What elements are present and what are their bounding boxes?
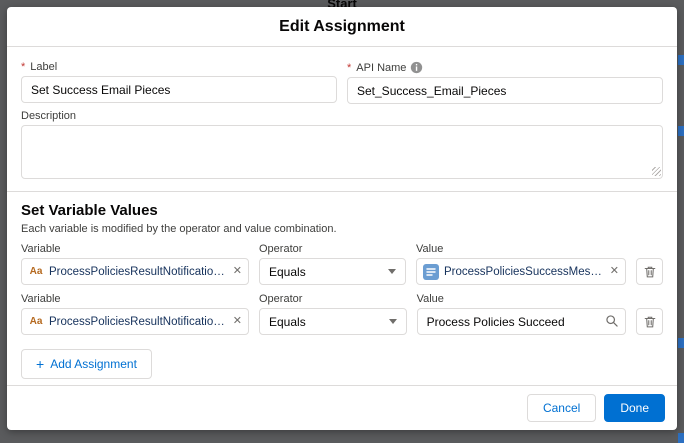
- description-field: Description: [21, 110, 663, 179]
- value-column-label: Value: [417, 293, 626, 305]
- section-title: Set Variable Values: [21, 202, 663, 219]
- cancel-button[interactable]: Cancel: [527, 394, 596, 422]
- operator-column-label: Operator: [259, 243, 406, 255]
- required-marker: *: [21, 61, 25, 73]
- variable-pill[interactable]: Aa ProcessPoliciesResultNotificationBody…: [21, 258, 249, 285]
- remove-pill-icon[interactable]: ✕: [610, 266, 619, 277]
- api-name-field-label: *API Name: [347, 61, 663, 74]
- text-variable-icon: Aa: [28, 264, 44, 280]
- modal-title: Edit Assignment: [279, 18, 405, 36]
- delete-assignment-button[interactable]: [636, 308, 663, 335]
- required-marker: *: [347, 62, 351, 74]
- done-button[interactable]: Done: [604, 394, 665, 422]
- text-template-icon: [423, 264, 439, 280]
- variable-pill[interactable]: Aa ProcessPoliciesResultNotificationTitl…: [21, 308, 249, 335]
- label-field-label: *Label: [21, 61, 337, 73]
- chevron-down-icon: [388, 269, 396, 274]
- plus-icon: +: [36, 357, 44, 371]
- text-variable-icon: Aa: [28, 314, 44, 330]
- operator-selected-value: Equals: [269, 315, 306, 329]
- clipped-link-fragment: [678, 433, 684, 443]
- trash-icon: [643, 265, 657, 279]
- variable-pill-label: ProcessPoliciesResultNotificationBody: [49, 266, 228, 278]
- remove-pill-icon[interactable]: ✕: [233, 316, 242, 327]
- description-textarea[interactable]: [21, 125, 663, 179]
- variable-column-label: Variable: [21, 243, 249, 255]
- section-divider: [7, 191, 677, 192]
- label-input[interactable]: [21, 76, 337, 103]
- search-icon[interactable]: [605, 314, 619, 328]
- variable-pill-label: ProcessPoliciesResultNotificationTitle: [49, 316, 228, 328]
- modal-footer: Cancel Done: [7, 385, 677, 430]
- trash-icon: [643, 315, 657, 329]
- value-column-label: Value: [416, 243, 626, 255]
- operator-select[interactable]: Equals: [259, 258, 406, 285]
- operator-column-label: Operator: [259, 293, 407, 305]
- add-assignment-label: Add Assignment: [50, 357, 137, 371]
- modal-header: Edit Assignment: [7, 7, 677, 47]
- value-pill[interactable]: ProcessPoliciesSuccessMessage ✕: [416, 258, 626, 285]
- label-field: *Label: [21, 57, 337, 104]
- assignment-row: Variable Aa ProcessPoliciesResultNotific…: [21, 293, 663, 335]
- section-subtitle: Each variable is modified by the operato…: [21, 223, 663, 235]
- assignment-row: Variable Aa ProcessPoliciesResultNotific…: [21, 243, 663, 285]
- variable-column-label: Variable: [21, 293, 249, 305]
- clipped-link-fragment: [678, 55, 684, 65]
- modal-body: *Label *API Name Description: [7, 47, 677, 385]
- chevron-down-icon: [389, 319, 397, 324]
- value-pill-label: ProcessPoliciesSuccessMessage: [444, 266, 605, 278]
- delete-assignment-button[interactable]: [636, 258, 663, 285]
- operator-selected-value: Equals: [269, 265, 306, 279]
- api-name-input[interactable]: [347, 77, 663, 104]
- value-input[interactable]: [417, 308, 626, 335]
- api-name-field: *API Name: [347, 57, 663, 104]
- edit-assignment-modal: Edit Assignment *Label *API Name: [7, 7, 677, 430]
- info-icon[interactable]: [410, 61, 423, 74]
- textarea-resize-handle[interactable]: [652, 167, 661, 176]
- clipped-link-fragment: [678, 338, 684, 348]
- clipped-link-fragment: [678, 126, 684, 136]
- description-field-label: Description: [21, 110, 663, 122]
- remove-pill-icon[interactable]: ✕: [233, 266, 242, 277]
- operator-select[interactable]: Equals: [259, 308, 407, 335]
- add-assignment-button[interactable]: + Add Assignment: [21, 349, 152, 379]
